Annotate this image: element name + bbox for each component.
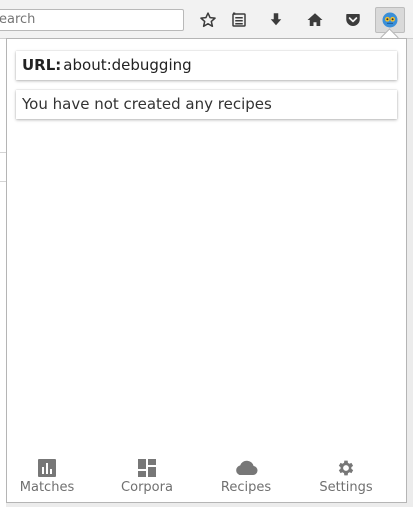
recipes-empty-message: You have not created any recipes [16, 90, 397, 119]
home-icon[interactable] [304, 9, 326, 31]
nav-label-settings: Settings [319, 480, 373, 495]
search-input[interactable]: earch [0, 9, 184, 31]
pocket-icon[interactable] [342, 9, 364, 31]
url-value: about:debugging [63, 56, 192, 74]
nav-item-recipes[interactable]: Recipes [206, 452, 286, 502]
url-card: URL: about:debugging [16, 51, 397, 80]
nav-label-corpora: Corpora [121, 480, 173, 495]
nav-item-matches[interactable]: Matches [7, 452, 87, 502]
bar-chart-icon [37, 458, 57, 478]
star-icon[interactable] [197, 9, 219, 31]
nav-item-settings[interactable]: Settings [306, 452, 386, 502]
nav-label-recipes: Recipes [220, 480, 272, 495]
url-label: URL: [22, 56, 62, 74]
nav-label-matches: Matches [19, 480, 75, 495]
bottom-nav: Matches Corpora Recipes Settings [7, 452, 406, 502]
gear-icon [336, 458, 356, 478]
download-arrow-icon[interactable] [265, 9, 287, 31]
nav-item-corpora[interactable]: Corpora [107, 452, 187, 502]
browser-toolbar: earch [0, 0, 413, 39]
extension-popup: URL: about:debugging You have not created… [6, 38, 407, 503]
dashboard-icon [137, 458, 157, 478]
reader-list-icon[interactable] [228, 9, 250, 31]
cloud-icon [233, 458, 259, 478]
